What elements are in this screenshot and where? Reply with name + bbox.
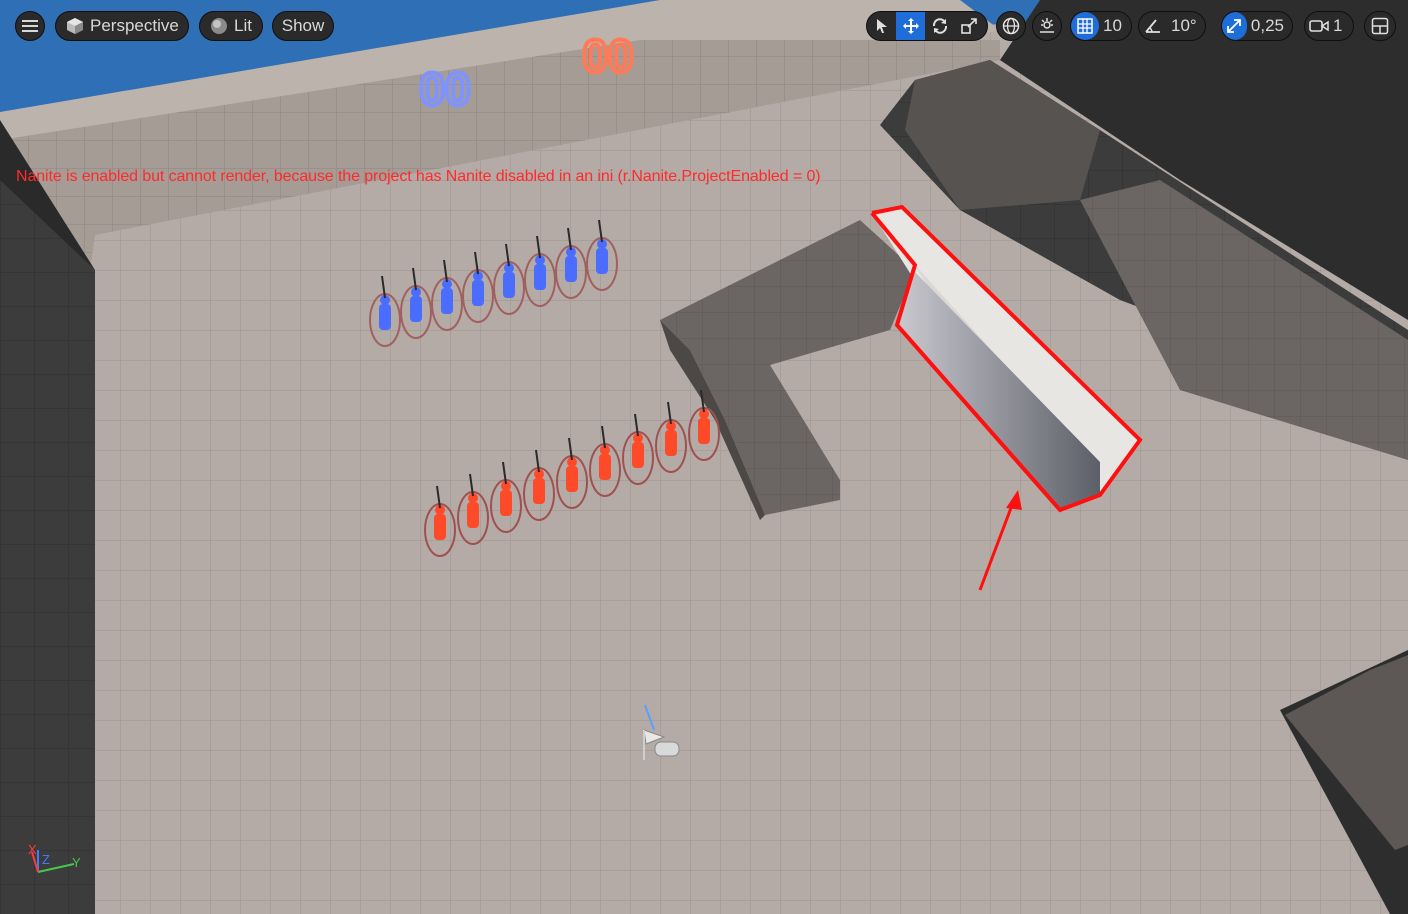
rotation-snap-toggle[interactable] xyxy=(1139,12,1167,40)
axis-x-label: X xyxy=(28,842,37,857)
show-button[interactable]: Show xyxy=(272,11,334,41)
grid-snap-value: 10 xyxy=(1103,16,1122,35)
grid-snap-control[interactable]: 10 xyxy=(1070,11,1132,41)
lit-sphere-icon xyxy=(210,17,228,35)
axis-gizmo: Z Y X xyxy=(28,842,81,873)
viewport-layout-button[interactable] xyxy=(1364,11,1396,41)
camera-speed-button[interactable] xyxy=(1305,12,1333,40)
hamburger-menu-icon xyxy=(22,19,38,33)
view-mode-label: Perspective xyxy=(90,16,179,35)
scale-snap-control[interactable]: 0,25 xyxy=(1221,11,1293,41)
transform-tools-group xyxy=(866,11,988,41)
lighting-mode-label: Lit xyxy=(234,16,252,35)
nanite-warning-message: Nanite is enabled but cannot render, bec… xyxy=(16,168,821,185)
rotate-tool-button[interactable] xyxy=(925,12,954,40)
viewport-layout-icon xyxy=(1371,17,1389,35)
rotation-snap-control[interactable]: 10° xyxy=(1138,11,1206,41)
move-tool-button[interactable] xyxy=(896,12,925,40)
surface-snapping-icon xyxy=(1038,17,1056,35)
rotation-snap-value: 10° xyxy=(1171,16,1197,35)
surface-snapping-toggle[interactable] xyxy=(1032,11,1062,41)
level-viewport[interactable]: 00 00 Perspective Lit Show 10 10° 0,25 1… xyxy=(0,0,1408,914)
blue-team-score: 00 xyxy=(419,63,470,115)
scale-icon xyxy=(960,18,977,34)
select-tool-button[interactable] xyxy=(867,12,896,40)
show-label: Show xyxy=(281,16,325,35)
red-team-score: 00 xyxy=(582,30,633,82)
globe-icon xyxy=(1002,17,1020,35)
angle-icon xyxy=(1144,18,1162,34)
scale-snap-value: 0,25 xyxy=(1250,16,1284,35)
axis-y-label: Y xyxy=(72,855,81,870)
grid-snap-toggle[interactable] xyxy=(1071,12,1099,40)
rotate-icon xyxy=(931,17,949,35)
camera-speed-control[interactable]: 1 xyxy=(1304,11,1354,41)
cube-icon xyxy=(66,17,84,35)
camera-icon xyxy=(1309,19,1329,33)
grid-icon xyxy=(1077,18,1093,34)
left-wall[interactable] xyxy=(0,175,95,914)
scale-snap-toggle[interactable] xyxy=(1222,12,1247,40)
view-mode-button[interactable]: Perspective xyxy=(55,11,189,41)
lighting-mode-button[interactable]: Lit xyxy=(199,11,263,41)
select-arrow-icon xyxy=(875,18,889,34)
scale-tool-button[interactable] xyxy=(954,12,983,40)
scale-snap-icon xyxy=(1226,18,1242,34)
viewport-scene[interactable]: 00 00 xyxy=(0,0,1408,914)
viewport-menu-button[interactable] xyxy=(15,11,45,41)
camera-speed-value: 1 xyxy=(1333,16,1343,35)
axis-z-label: Z xyxy=(42,852,50,867)
world-local-toggle[interactable] xyxy=(996,11,1026,41)
move-icon xyxy=(902,17,920,35)
